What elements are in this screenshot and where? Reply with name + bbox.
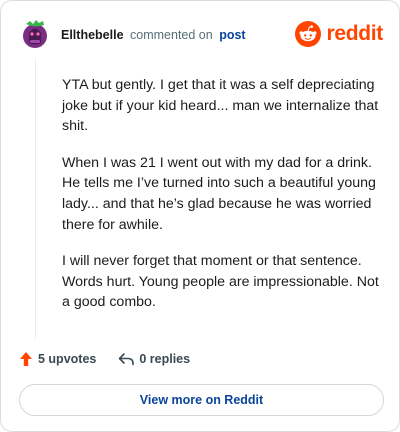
upvotes-count[interactable]: 5 upvotes — [19, 351, 96, 367]
reddit-logo[interactable]: reddit — [295, 21, 383, 47]
comment-paragraph: YTA but gently. I get that it was a self… — [62, 77, 379, 135]
embedded-comment-card: Ellthebelle commented on post reddit YTA… — [0, 0, 400, 432]
view-more-button[interactable]: View more on Reddit — [19, 384, 384, 416]
author-name[interactable]: Ellthebelle — [61, 28, 124, 42]
reddit-snoo-icon — [295, 21, 322, 47]
replies-label: 0 replies — [139, 352, 191, 366]
replies-count[interactable]: 0 replies — [118, 352, 190, 366]
comment-paragraph: When I was 21 I went out with my dad for… — [62, 154, 376, 233]
comment-paragraph: I will never forget that moment or that … — [62, 253, 379, 311]
reddit-wordmark: reddit — [326, 22, 383, 45]
reply-arrow-icon — [119, 353, 135, 366]
user-avatar[interactable] — [21, 19, 49, 49]
thread-line — [35, 59, 36, 339]
upvotes-label: 5 upvotes — [38, 352, 97, 366]
upvote-arrow-icon — [20, 352, 32, 366]
post-link[interactable]: post — [219, 28, 245, 42]
comment-meta: Ellthebelle commented on post — [61, 28, 246, 42]
action-text: commented on — [130, 28, 213, 42]
comment-body: YTA but gently. I get that it was a self… — [62, 75, 382, 329]
comment-footer: 5 upvotes 0 replies — [19, 349, 190, 369]
comment-header: Ellthebelle commented on post reddit — [21, 19, 383, 53]
